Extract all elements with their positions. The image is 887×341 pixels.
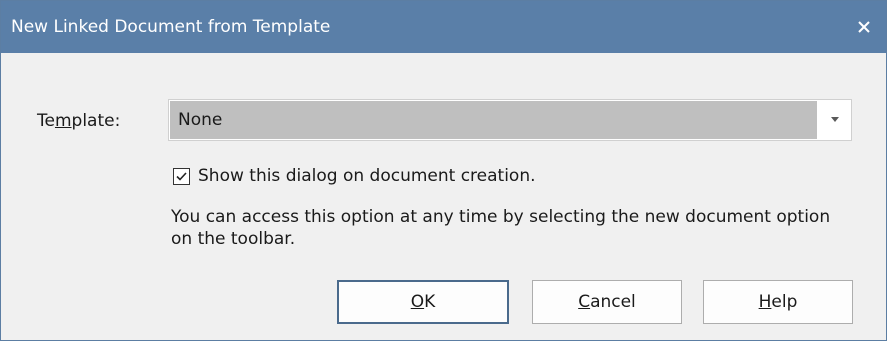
ok-accel: O bbox=[410, 292, 425, 312]
template-label: Template: bbox=[37, 109, 120, 133]
show-dialog-label: Show this dialog on document creation. bbox=[198, 166, 536, 186]
checkmark-icon bbox=[176, 171, 187, 181]
new-linked-document-dialog: New Linked Document from Template Templa… bbox=[0, 0, 887, 341]
help-button[interactable]: Help bbox=[703, 280, 853, 324]
dialog-titlebar[interactable]: New Linked Document from Template bbox=[1, 1, 886, 53]
cancel-accel: C bbox=[578, 292, 591, 312]
template-select-value: None bbox=[170, 101, 817, 139]
template-label-pre: Te bbox=[37, 111, 55, 131]
cancel-button[interactable]: Cancel bbox=[532, 280, 682, 324]
show-dialog-checkbox[interactable] bbox=[173, 167, 190, 185]
info-text: You can access this option at any time b… bbox=[171, 207, 831, 249]
show-dialog-option[interactable]: Show this dialog on document creation. bbox=[173, 165, 536, 187]
close-icon bbox=[858, 21, 870, 33]
chevron-down-icon[interactable] bbox=[831, 117, 839, 122]
template-label-accel: m bbox=[54, 111, 72, 131]
ok-button[interactable]: OK bbox=[337, 280, 509, 324]
close-button[interactable] bbox=[850, 13, 878, 41]
help-accel: H bbox=[758, 292, 772, 312]
help-rest: elp bbox=[771, 292, 798, 312]
template-select[interactable]: None bbox=[168, 99, 852, 141]
ok-rest: K bbox=[424, 292, 436, 312]
cancel-rest: ancel bbox=[590, 292, 636, 312]
dialog-title: New Linked Document from Template bbox=[11, 17, 331, 37]
template-label-post: plate: bbox=[71, 111, 121, 131]
